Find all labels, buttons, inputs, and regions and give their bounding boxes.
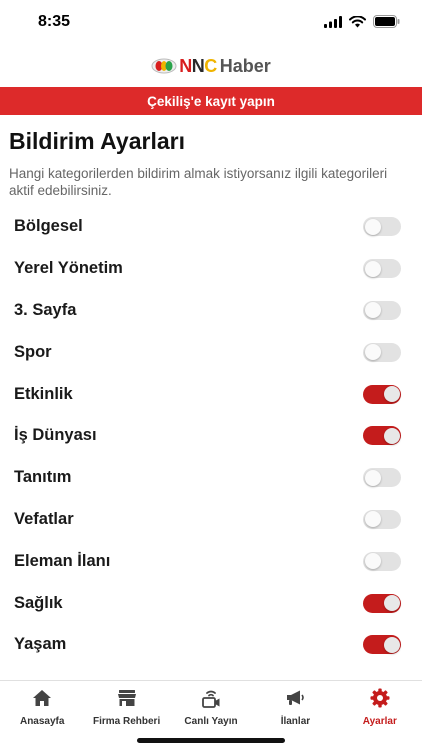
- megaphone-icon: [285, 688, 305, 708]
- store-icon: [117, 688, 137, 708]
- setting-label: Bölgesel: [14, 217, 83, 236]
- battery-icon: [373, 15, 400, 28]
- toggle-knob: [364, 260, 381, 277]
- logo-haber: Haber: [219, 55, 271, 76]
- setting-label: 3. Sayfa: [14, 300, 77, 319]
- toggle-knob: [364, 218, 381, 235]
- setting-toggle[interactable]: [363, 551, 401, 571]
- toggle-knob: [364, 302, 381, 319]
- notification-settings-list: Bölgesel Yerel Yönetim 3. Sayfa Spor Etk…: [0, 206, 422, 666]
- nnc-haber-logo: NNC Haber: [151, 56, 271, 77]
- status-time: 8:35: [38, 13, 71, 30]
- tab-label: Ayarlar: [362, 716, 397, 727]
- setting-label: Yerel Yönetim: [14, 259, 123, 278]
- setting-row: Yaşam: [0, 624, 422, 666]
- setting-toggle[interactable]: [363, 259, 401, 279]
- setting-label: Yaşam: [14, 635, 67, 654]
- setting-label: Sağlık: [14, 593, 63, 612]
- tab-anasayfa[interactable]: Anasayfa: [0, 681, 84, 750]
- tab-ayarlar[interactable]: Ayarlar: [338, 681, 422, 750]
- setting-toggle[interactable]: [363, 300, 401, 320]
- live-camera-icon: [201, 688, 221, 708]
- status-bar: 8:35: [0, 0, 422, 46]
- setting-row: 3. Sayfa: [0, 290, 422, 332]
- setting-label: İş Dünyası: [14, 426, 97, 445]
- raffle-banner-text: Çekiliş'e kayıt yapın: [147, 93, 275, 109]
- setting-toggle[interactable]: [363, 468, 401, 488]
- wifi-icon: [349, 15, 366, 27]
- setting-row: Eleman İlanı: [0, 540, 422, 582]
- setting-row: Etkinlik: [0, 373, 422, 415]
- home-indicator[interactable]: [137, 738, 285, 743]
- tab-label: Firma Rehberi: [92, 716, 161, 727]
- app-header: NNC Haber: [0, 46, 422, 86]
- setting-toggle[interactable]: [363, 217, 401, 237]
- setting-row: İş Dünyası: [0, 415, 422, 457]
- logo-text: NNC: [179, 55, 217, 76]
- setting-row: Yerel Yönetim: [0, 248, 422, 290]
- gear-icon: [370, 688, 390, 708]
- setting-label: Vefatlar: [14, 509, 74, 528]
- setting-toggle[interactable]: [363, 342, 401, 362]
- status-icons: [324, 15, 400, 28]
- setting-toggle[interactable]: [363, 384, 401, 404]
- setting-row: Tanıtım: [0, 457, 422, 499]
- setting-row: Sağlık: [0, 582, 422, 624]
- toggle-knob: [383, 595, 400, 612]
- toggle-knob: [383, 427, 400, 444]
- toggle-knob: [383, 636, 400, 653]
- toggle-knob: [364, 469, 381, 486]
- logo-mark-icon: [151, 58, 177, 74]
- signal-icon: [324, 15, 342, 28]
- page-description: Hangi kategorilerden bildirim almak isti…: [9, 166, 388, 198]
- tab-label: Canlı Yayın: [184, 716, 238, 727]
- toggle-knob: [364, 553, 381, 570]
- setting-label: Eleman İlanı: [14, 551, 111, 570]
- toggle-knob: [383, 386, 400, 403]
- setting-row: Spor: [0, 331, 422, 373]
- setting-toggle[interactable]: [363, 426, 401, 446]
- tab-label: İlanlar: [280, 716, 311, 727]
- toggle-knob: [364, 511, 381, 528]
- setting-row: Bölgesel: [0, 206, 422, 248]
- toggle-knob: [364, 344, 381, 361]
- setting-toggle[interactable]: [363, 509, 401, 529]
- setting-label: Etkinlik: [14, 384, 73, 403]
- tab-label: Anasayfa: [19, 716, 65, 727]
- setting-toggle[interactable]: [363, 635, 401, 655]
- setting-toggle[interactable]: [363, 593, 401, 613]
- setting-row: Vefatlar: [0, 499, 422, 541]
- setting-label: Tanıtım: [14, 468, 72, 487]
- setting-label: Spor: [14, 342, 52, 361]
- home-icon: [32, 688, 52, 708]
- raffle-banner[interactable]: Çekiliş'e kayıt yapın: [0, 87, 422, 115]
- page-title: Bildirim Ayarları: [9, 128, 185, 154]
